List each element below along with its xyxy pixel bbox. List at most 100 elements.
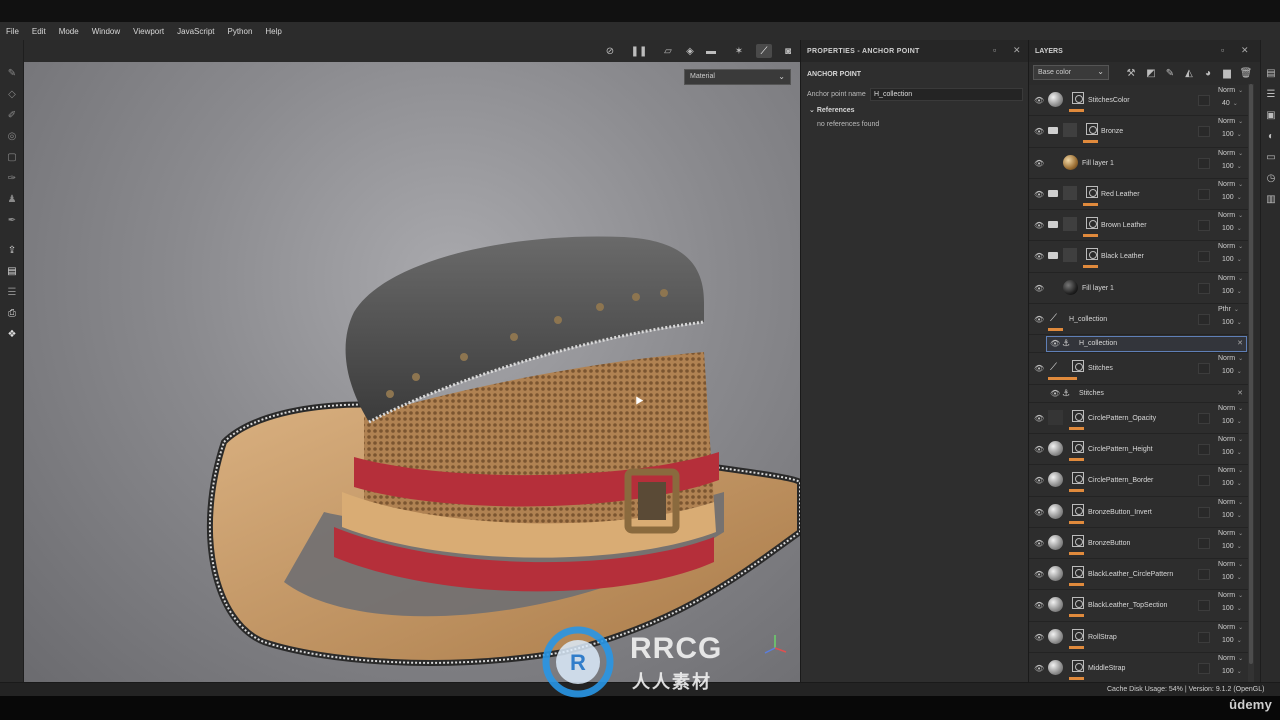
sun-light-icon[interactable]: ✶ xyxy=(731,44,747,58)
blend-mode[interactable]: Norm ⌄ xyxy=(1218,212,1243,219)
blend-mode[interactable]: Norm ⌄ xyxy=(1218,561,1243,568)
layers-panel-icon[interactable]: ▤ xyxy=(1264,66,1278,80)
layer-checkbox[interactable] xyxy=(1198,251,1210,263)
camera-icon[interactable]: ▬ xyxy=(703,44,719,58)
blend-mode[interactable]: Norm ⌄ xyxy=(1218,405,1243,412)
color-picker-icon[interactable]: ✒ xyxy=(5,213,19,227)
layer-row[interactable]: 👁 Fill layer 1 Norm ⌄ 100 ⌄ xyxy=(1029,147,1251,179)
opacity-value[interactable]: 100 ⌄ xyxy=(1222,637,1242,644)
layer-row[interactable]: 👁 ⟋ Stitches Norm ⌄ 100 ⌄ xyxy=(1029,353,1251,385)
blend-mode[interactable]: Norm ⌄ xyxy=(1218,530,1243,537)
menu-help[interactable]: Help xyxy=(265,27,281,36)
anchor-point-row[interactable]: 👁 ⚓ H_collection ✕ xyxy=(1029,335,1251,354)
blend-mode[interactable]: Norm ⌄ xyxy=(1218,499,1243,506)
opacity-value[interactable]: 40 ⌄ xyxy=(1222,100,1238,107)
add-fill-layer-icon[interactable]: ◭ xyxy=(1182,66,1196,80)
screenshot-icon[interactable]: ◙ xyxy=(780,44,796,58)
visibility-eye-icon[interactable]: 👁 xyxy=(1034,252,1044,261)
visibility-eye-icon[interactable]: 👁 xyxy=(1034,159,1044,168)
layer-checkbox[interactable] xyxy=(1198,506,1210,518)
eraser-icon[interactable]: ◇ xyxy=(5,87,19,101)
layer-row[interactable]: 👁 Red Leather Norm ⌄ 100 ⌄ xyxy=(1029,178,1251,211)
opacity-value[interactable]: 100 ⌄ xyxy=(1222,319,1242,326)
layer-checkbox[interactable] xyxy=(1198,569,1210,581)
visibility-eye-icon[interactable]: 👁 xyxy=(1034,221,1044,230)
layer-checkbox[interactable] xyxy=(1198,363,1210,375)
visibility-eye-icon[interactable]: 👁 xyxy=(1034,539,1044,548)
log-icon[interactable]: ▥ xyxy=(1264,192,1278,206)
opacity-value[interactable]: 100 ⌄ xyxy=(1222,194,1242,201)
blend-mode[interactable]: Norm ⌄ xyxy=(1218,181,1243,188)
delete-layer-icon[interactable]: 🗑 xyxy=(1239,66,1253,80)
blend-mode[interactable]: Norm ⌄ xyxy=(1218,275,1243,282)
visibility-eye-icon[interactable]: 👁 xyxy=(1034,570,1044,579)
close-icon[interactable]: ✕ xyxy=(1241,45,1249,56)
opacity-value[interactable]: 100 ⌄ xyxy=(1222,418,1242,425)
properties-icon[interactable]: ▣ xyxy=(1264,108,1278,122)
geometry-mask-icon[interactable]: ◎ xyxy=(5,129,19,143)
visibility-eye-icon[interactable]: 👁 xyxy=(1034,664,1044,673)
3d-viewport[interactable]: Material ⌄ xyxy=(24,62,800,682)
layer-row[interactable]: 👁 BronzeButton Norm ⌄ 100 ⌄ xyxy=(1029,527,1251,560)
bake-icon[interactable]: ⇪ xyxy=(5,243,19,257)
layer-row[interactable]: 👁 Black Leather Norm ⌄ 100 ⌄ xyxy=(1029,241,1251,273)
layer-row[interactable]: 👁 CirclePattern_Opacity Norm ⌄ 100 ⌄ xyxy=(1029,402,1251,434)
visibility-eye-icon[interactable]: 👁 xyxy=(1034,127,1044,136)
menu-file[interactable]: File xyxy=(6,27,19,36)
visibility-eye-icon[interactable]: 👁 xyxy=(1034,414,1044,423)
visibility-eye-icon[interactable]: 👁 xyxy=(1050,389,1060,398)
menu-mode[interactable]: Mode xyxy=(59,27,79,36)
opacity-value[interactable]: 100 ⌄ xyxy=(1222,256,1242,263)
layer-checkbox[interactable] xyxy=(1198,663,1210,675)
channel-dropdown[interactable]: Base color ⌄ xyxy=(1033,65,1109,80)
paint-mode-icon[interactable]: ⟋ xyxy=(756,44,772,58)
visibility-eye-icon[interactable]: 👁 xyxy=(1034,364,1044,373)
visibility-eye-icon[interactable]: 👁 xyxy=(1034,445,1044,454)
layer-checkbox[interactable] xyxy=(1198,475,1210,487)
visibility-eye-icon[interactable]: 👁 xyxy=(1034,315,1044,324)
layer-checkbox[interactable] xyxy=(1198,157,1210,169)
menu-viewport[interactable]: Viewport xyxy=(133,27,164,36)
layer-row[interactable]: 👁 Fill layer 1 Norm ⌄ 100 ⌄ xyxy=(1029,272,1251,305)
shelf-icon[interactable]: ☰ xyxy=(5,285,19,299)
texture-set-icon[interactable]: ▤ xyxy=(5,264,19,278)
display-settings-icon[interactable]: ❖ xyxy=(5,327,19,341)
layer-checkbox[interactable] xyxy=(1198,600,1210,612)
opacity-value[interactable]: 100 ⌄ xyxy=(1222,543,1242,550)
blend-mode[interactable]: Norm ⌄ xyxy=(1218,592,1243,599)
layers-scrollbar[interactable] xyxy=(1248,84,1254,682)
paint-brush-icon[interactable]: ✎ xyxy=(5,66,19,80)
blend-mode[interactable]: Norm ⌄ xyxy=(1218,436,1243,443)
opacity-value[interactable]: 100 ⌄ xyxy=(1222,225,1242,232)
layer-row[interactable]: 👁 BronzeButton_Invert Norm ⌄ 100 ⌄ xyxy=(1029,496,1251,528)
close-icon[interactable]: ✕ xyxy=(1237,389,1243,397)
scrollbar-thumb[interactable] xyxy=(1249,84,1253,664)
layer-checkbox[interactable] xyxy=(1198,443,1210,455)
blend-mode[interactable]: Norm ⌄ xyxy=(1218,467,1243,474)
close-icon[interactable]: ✕ xyxy=(1013,45,1021,56)
blend-mode[interactable]: Norm ⌄ xyxy=(1218,150,1243,157)
visibility-eye-icon[interactable]: 👁 xyxy=(1034,601,1044,610)
layer-checkbox[interactable] xyxy=(1198,537,1210,549)
no-render-icon[interactable]: ⊘ xyxy=(602,44,618,58)
layer-checkbox[interactable] xyxy=(1198,631,1210,643)
layer-row[interactable]: 👁 BlackLeather_CirclePattern Norm ⌄ 100 ⌄ xyxy=(1029,559,1251,591)
menu-window[interactable]: Window xyxy=(92,27,120,36)
menu-edit[interactable]: Edit xyxy=(32,27,46,36)
opacity-value[interactable]: 100 ⌄ xyxy=(1222,288,1242,295)
layer-checkbox[interactable] xyxy=(1198,188,1210,200)
add-smart-material-icon[interactable]: ◕ xyxy=(1201,66,1215,80)
layer-checkbox[interactable] xyxy=(1198,314,1210,326)
mask-icon[interactable]: ◩ xyxy=(1144,66,1158,80)
blend-mode[interactable]: Norm ⌄ xyxy=(1218,355,1243,362)
material-dropdown[interactable]: Material ⌄ xyxy=(684,69,791,85)
opacity-value[interactable]: 100 ⌄ xyxy=(1222,512,1242,519)
float-panel-icon[interactable]: ▫ xyxy=(1221,45,1224,55)
anchor-point-row[interactable]: 👁 ⚓ Stitches ✕ xyxy=(1029,384,1251,403)
blend-mode[interactable]: Norm ⌄ xyxy=(1218,118,1243,125)
pause-icon[interactable]: ❚❚ xyxy=(631,44,648,58)
smudge-icon[interactable]: ✑ xyxy=(5,171,19,185)
texture-set-list-icon[interactable]: ☰ xyxy=(1264,87,1278,101)
blend-mode[interactable]: Norm ⌄ xyxy=(1218,243,1243,250)
opacity-value[interactable]: 100 ⌄ xyxy=(1222,574,1242,581)
